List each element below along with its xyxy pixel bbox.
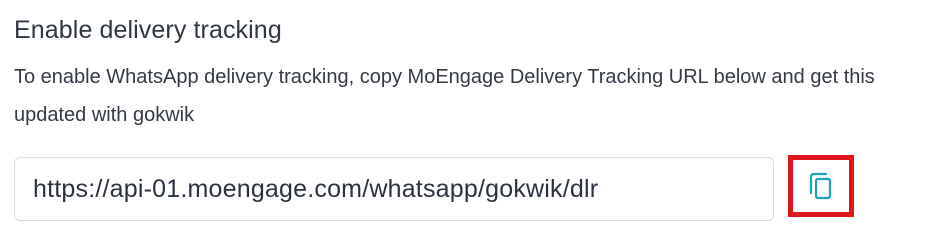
copy-icon (806, 170, 836, 202)
delivery-tracking-panel: Enable delivery tracking To enable Whats… (0, 0, 928, 244)
tracking-url-input[interactable] (33, 174, 773, 204)
section-title: Enable delivery tracking (14, 16, 282, 44)
copy-url-button[interactable] (788, 155, 854, 217)
section-description: To enable WhatsApp delivery tracking, co… (14, 66, 875, 126)
tracking-url-field[interactable] (14, 157, 774, 221)
